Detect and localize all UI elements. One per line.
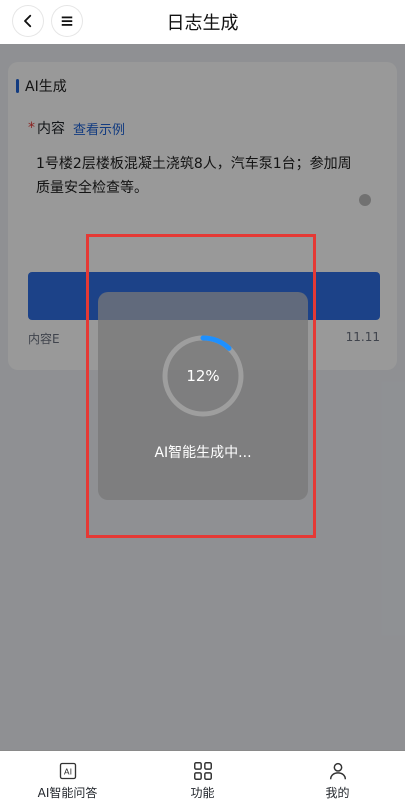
- back-button[interactable]: [13, 6, 43, 36]
- nav-label-ai-qa: AI智能问答: [37, 785, 98, 800]
- grid-icon: [192, 760, 214, 782]
- nav-item-me[interactable]: 我的: [270, 760, 405, 801]
- nav-item-ai-qa[interactable]: AI AI智能问答: [0, 760, 135, 801]
- progress-ring: 12%: [159, 332, 247, 420]
- nav-label-me: 我的: [325, 785, 350, 800]
- menu-button[interactable]: [52, 6, 82, 36]
- progress-text: 12%: [186, 367, 220, 385]
- hamburger-icon: [61, 16, 73, 26]
- svg-text:AI: AI: [63, 766, 71, 776]
- bottom-navigation: AI AI智能问答 功能 我的: [0, 751, 405, 809]
- page-title: 日志生成: [166, 13, 239, 34]
- user-icon: [327, 760, 349, 782]
- nav-item-functions[interactable]: 功能: [135, 760, 270, 801]
- chevron-left-icon: [24, 14, 32, 28]
- loading-message: AI智能生成中...: [154, 445, 252, 461]
- top-app-bar: 日志生成: [0, 0, 405, 44]
- loading-dialog: 12% AI智能生成中...: [98, 292, 308, 500]
- ai-icon: AI: [57, 760, 79, 782]
- nav-label-functions: 功能: [190, 785, 215, 800]
